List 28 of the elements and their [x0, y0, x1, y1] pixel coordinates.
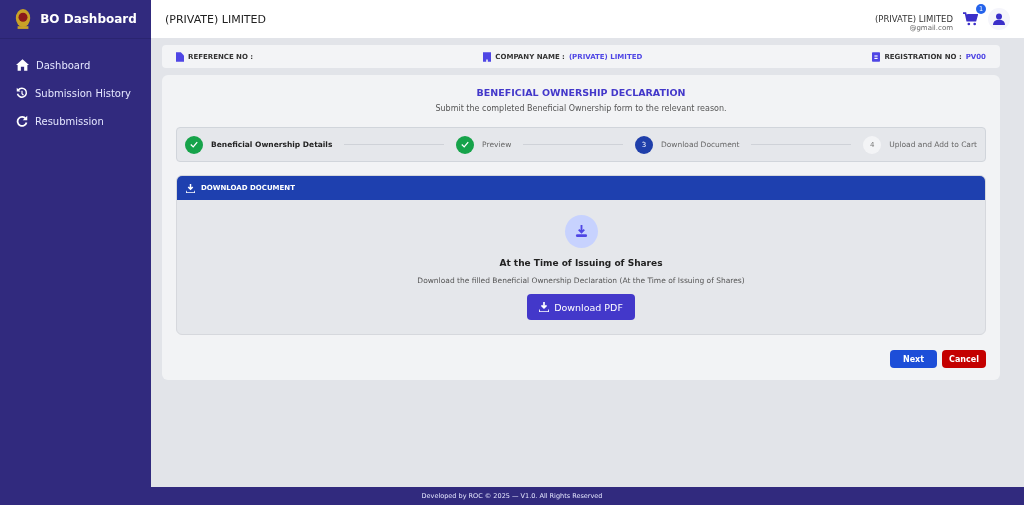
- cancel-button[interactable]: Cancel: [942, 350, 986, 368]
- id-card-icon: [872, 51, 881, 62]
- document-title: At the Time of Issuing of Shares: [499, 258, 663, 268]
- download-icon: [564, 215, 598, 248]
- next-button[interactable]: Next: [890, 350, 937, 368]
- nav-item[interactable]: Dashboard: [0, 51, 151, 79]
- user-menu-button[interactable]: [988, 8, 1010, 30]
- history-icon: [16, 87, 28, 99]
- user-icon: [993, 13, 1005, 25]
- cart-button[interactable]: [961, 10, 980, 28]
- check-icon: [461, 141, 470, 148]
- nav-item[interactable]: Resubmission: [0, 107, 151, 135]
- home-icon: [16, 59, 29, 71]
- download-icon: [539, 302, 550, 312]
- check-icon: [190, 141, 198, 148]
- company-name: (PRIVATE) LIMITED: [165, 12, 266, 26]
- cart-icon: [963, 12, 978, 26]
- nav-item[interactable]: Submission History: [0, 79, 151, 107]
- page-title: BENEFICIAL OWNERSHIP DECLARATION: [475, 87, 687, 98]
- building-icon: [483, 51, 492, 62]
- app-title: BO Dashboard: [40, 12, 137, 26]
- redo-icon: [16, 115, 28, 127]
- download-pdf-button[interactable]: Download PDF: [527, 294, 635, 320]
- emblem-icon: [14, 8, 33, 30]
- document-icon: [176, 51, 184, 62]
- page-subtitle: Submit the completed Beneficial Ownership form to the relevant reason.: [434, 104, 728, 113]
- download-icon: [186, 183, 195, 193]
- user-company: (PRIVATE) LIMITED: [874, 14, 953, 24]
